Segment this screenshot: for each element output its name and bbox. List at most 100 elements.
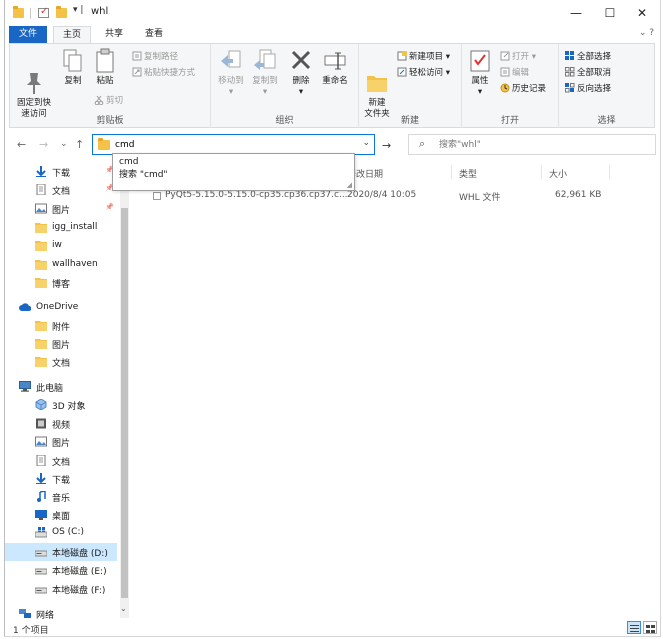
sidebar-item[interactable]: 图片 [5, 335, 117, 353]
tab-share[interactable]: 共享 [97, 26, 131, 43]
new-item-button[interactable]: 新建项目 ▾ [397, 51, 450, 64]
properties-icon[interactable] [38, 6, 49, 18]
new-item-label: 新建项目 [409, 52, 444, 62]
divider [30, 8, 31, 19]
pin-to-quick-access-button[interactable]: 固定到快 速访问 [14, 48, 54, 120]
sidebar-item[interactable]: OS (C:) [5, 524, 117, 542]
sidebar-item[interactable]: iw [5, 237, 117, 255]
sidebar-item-label: wallhaven [52, 259, 98, 269]
go-button[interactable]: → [382, 139, 391, 152]
easy-access-arrow: ▾ [445, 68, 450, 78]
sidebar-item[interactable]: 图片 📌 [5, 200, 117, 218]
search-box[interactable]: ⌕ [408, 134, 656, 155]
sidebar-item[interactable]: 附件 [5, 317, 117, 335]
up-button[interactable]: ↑ [75, 138, 84, 151]
copy-to-button[interactable]: 复制到 ▾ [249, 48, 281, 98]
sidebar-item-label: 音乐 [52, 494, 71, 504]
autocomplete-item[interactable]: cmd [119, 156, 138, 169]
picture-icon [35, 436, 47, 447]
recent-locations-button[interactable]: ⌄ [60, 139, 68, 149]
scroll-down-button[interactable]: ⌄ [120, 604, 127, 613]
sidebar-item[interactable]: 文档 [5, 353, 117, 371]
rename-button[interactable]: 重命名 [317, 48, 353, 87]
sidebar-item[interactable]: 本地磁盘 (D:) [5, 543, 117, 561]
folder-icon [98, 138, 110, 150]
sidebar-item[interactable]: 博客 [5, 274, 117, 292]
sidebar-item[interactable]: 此电脑 [5, 378, 117, 396]
scroll-thumb[interactable] [121, 208, 128, 598]
sidebar-item[interactable]: 图片 [5, 433, 117, 451]
sidebar-item[interactable]: 音乐 [5, 488, 117, 506]
clipboard-group-label: 剪贴板 [96, 116, 124, 126]
new-folder-button[interactable]: 新建 文件夹 [361, 48, 393, 120]
tab-file[interactable]: 文件 [9, 26, 47, 43]
sidebar-item[interactable]: 本地磁盘 (E:) [5, 561, 117, 579]
sidebar-item[interactable]: igg_install [5, 219, 117, 237]
cut-button[interactable]: 剪切 [94, 95, 123, 108]
back-button[interactable]: ← [17, 138, 26, 151]
edit-button[interactable]: 编辑 [500, 67, 529, 80]
column-type[interactable]: 类型 [459, 167, 477, 180]
document-icon [35, 183, 47, 196]
tab-view[interactable]: 查看 [137, 26, 171, 43]
sidebar-item[interactable]: 文档 [5, 452, 117, 470]
status-bar: 1 个项目 [5, 619, 660, 637]
sidebar-item[interactable]: 文档 📌 [5, 181, 117, 199]
column-size[interactable]: 大小 [549, 167, 567, 180]
sidebar-item[interactable]: 视频 [5, 415, 117, 433]
open-button[interactable]: 打开 ▾ [500, 51, 536, 64]
sidebar-item[interactable]: OneDrive [5, 299, 117, 317]
new-folder-icon[interactable] [56, 6, 67, 18]
invert-selection-button[interactable]: 反向选择 [565, 83, 611, 96]
details-view-button[interactable] [627, 621, 641, 634]
file-modified: 2020/8/4 10:05 [347, 190, 417, 200]
ribbon-help-controls[interactable]: ⌄ ? [639, 28, 654, 38]
copy-button[interactable]: 复制 [60, 48, 86, 87]
address-dropdown-button[interactable]: ⌄ [362, 138, 370, 148]
paste-shortcut-button[interactable]: 粘贴快捷方式 [132, 67, 195, 80]
select-none-button[interactable]: 全部取消 [565, 67, 611, 80]
quick-access-dropdown[interactable]: ▾ | [73, 5, 83, 15]
properties-button[interactable]: 属性 ▾ [466, 48, 494, 98]
address-input[interactable] [115, 137, 335, 152]
move-to-button[interactable]: 移动到 ▾ [215, 48, 247, 98]
move-to-label: 移动到 [218, 76, 244, 86]
tab-home[interactable]: 主页 [53, 26, 91, 43]
column-divider[interactable] [451, 165, 452, 179]
folder-icon [35, 277, 47, 288]
close-button[interactable]: ✕ [629, 3, 655, 23]
column-divider[interactable] [541, 165, 542, 179]
large-icons-view-button[interactable] [643, 621, 657, 634]
folder-icon [35, 259, 47, 270]
maximize-button[interactable]: ☐ [597, 3, 623, 23]
sidebar-scrollbar[interactable]: ▲ ⌄ [120, 160, 129, 618]
history-button[interactable]: 历史记录 [500, 83, 546, 96]
sidebar-item[interactable]: 桌面 [5, 506, 117, 524]
sidebar-item[interactable]: 下载 [5, 470, 117, 488]
select-all-button[interactable]: 全部选择 [565, 51, 611, 64]
navigation-pane: 网络 本地磁盘 (F:) 本地磁盘 (E:) 本地磁盘 (D:) OS (C:) 桌面 音乐… [5, 160, 129, 621]
paste-button[interactable]: 粘贴 [92, 48, 118, 87]
row-checkbox[interactable] [153, 192, 161, 200]
select-group: 全部选择 全部取消 反向选择 选择 [559, 44, 654, 128]
autocomplete-search-item[interactable]: 搜索 "cmd" [119, 169, 168, 182]
sidebar-item-label: iw [52, 240, 62, 250]
paste-label: 粘贴 [96, 76, 114, 86]
sidebar-item-label: 文档 [52, 359, 71, 369]
delete-button[interactable]: 删除 ▾ [287, 48, 315, 98]
search-input[interactable] [439, 138, 639, 152]
minimize-button[interactable]: — [563, 3, 589, 23]
sidebar-item-label: 本地磁盘 (D:) [52, 549, 108, 559]
address-bar[interactable]: ⌄ [92, 134, 375, 155]
sidebar-item[interactable]: wallhaven [5, 256, 117, 274]
sidebar-item[interactable]: 3D 对象 [5, 396, 117, 414]
column-divider[interactable] [609, 165, 610, 179]
copy-path-button[interactable]: 复制路径 [132, 51, 178, 64]
picture-icon [35, 203, 47, 214]
forward-button[interactable]: → [39, 138, 48, 151]
sidebar-item[interactable]: 本地磁盘 (F:) [5, 580, 117, 598]
resize-grip-icon[interactable]: ◢ [347, 181, 352, 189]
sidebar-item[interactable]: 下载 📌 [5, 163, 117, 181]
easy-access-button[interactable]: 轻松访问 ▾ [397, 67, 450, 80]
sidebar-item-label: 文档 [52, 187, 71, 197]
